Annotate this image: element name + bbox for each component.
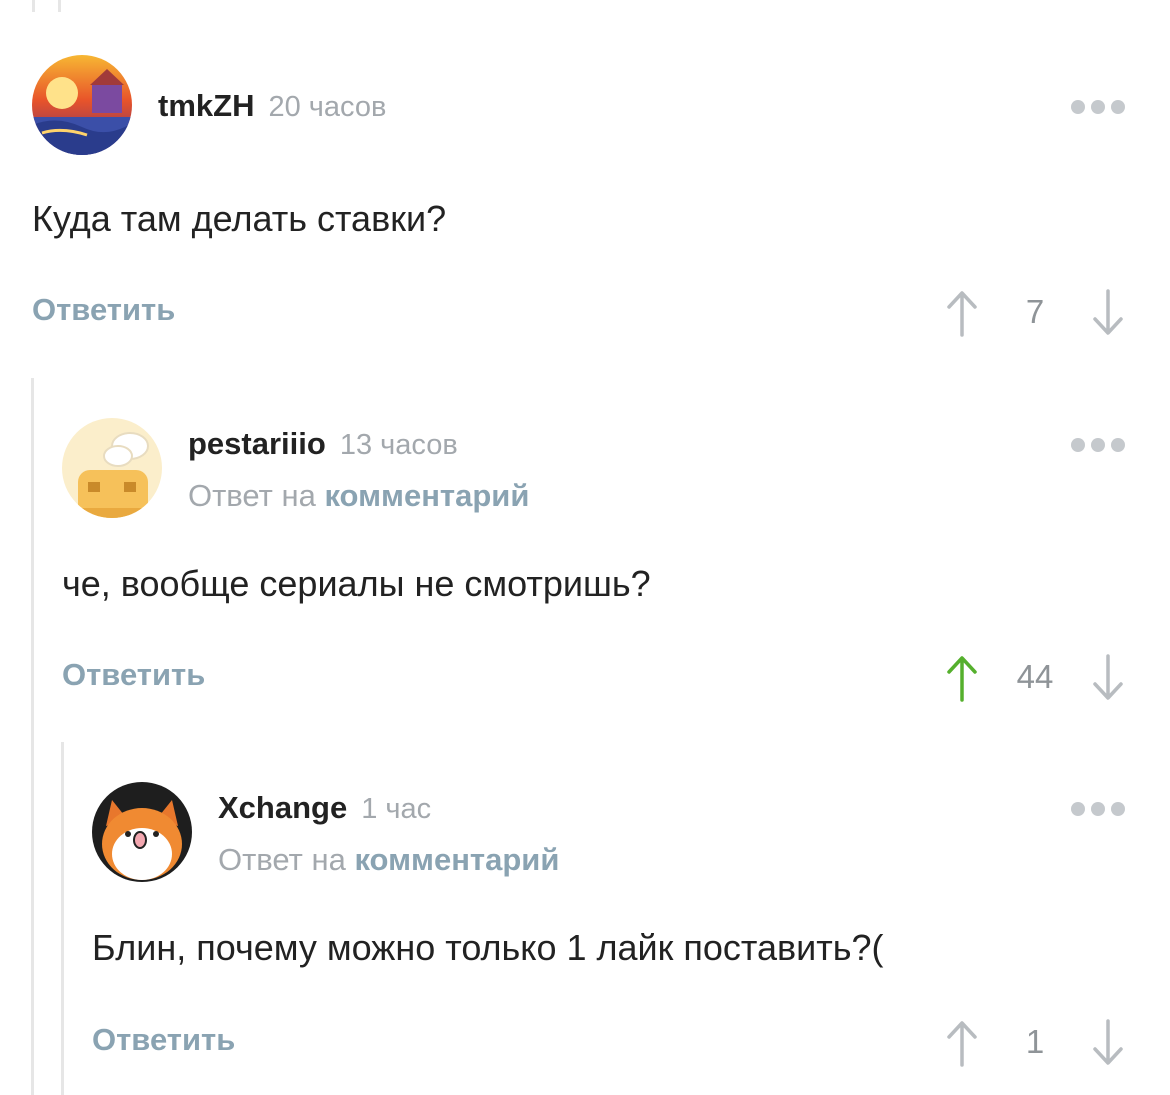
comment-text: че, вообще сериалы не смотришь? — [62, 563, 651, 604]
comment-text: Куда там делать ставки? — [32, 198, 447, 239]
comment-pestariiio: pestariiio 13 часов Ответ на комментарий … — [62, 418, 1125, 702]
arrow-down-icon[interactable] — [1091, 654, 1125, 702]
vote-widget: 1 — [945, 1017, 1125, 1067]
reply-to: Ответ на комментарий — [188, 478, 529, 514]
comment-header: pestariiio 13 часов Ответ на комментарий — [62, 418, 1125, 520]
reply-to: Ответ на комментарий — [218, 842, 559, 878]
comment-header: tmkZH 20 часов — [32, 55, 1125, 157]
comment-text: Блин, почему можно только 1 лайк постави… — [92, 927, 884, 968]
reply-to-prefix: Ответ на — [218, 842, 346, 877]
comment-time: 20 часов — [268, 91, 387, 123]
comment-actions: Ответить 44 — [62, 652, 1125, 702]
vote-score: 7 — [1025, 293, 1045, 330]
reply-to-link[interactable]: комментарий — [324, 478, 529, 513]
arrow-up-icon[interactable] — [945, 1019, 979, 1067]
comments-page: tmkZH 20 часов Куда там делать ставки? От… — [0, 0, 1170, 1095]
comment-time: 1 час — [361, 793, 432, 825]
avatar[interactable] — [62, 418, 162, 518]
more-dots-icon[interactable] — [1071, 802, 1125, 816]
username[interactable]: tmkZH 20 часов — [158, 88, 386, 124]
more-dots-icon[interactable] — [1071, 100, 1125, 114]
username[interactable]: Xchange 1 час — [218, 790, 431, 826]
arrow-down-icon[interactable] — [1091, 289, 1125, 337]
arrow-up-icon[interactable] — [945, 289, 979, 337]
thread-line-3[interactable] — [61, 742, 64, 1095]
thread-line-2[interactable] — [31, 378, 34, 1095]
thread-line-1 — [32, 0, 35, 12]
username-text[interactable]: Xchange — [218, 790, 347, 825]
thread-line-1b — [58, 0, 61, 12]
reply-to-prefix: Ответ на — [188, 478, 316, 513]
arrow-up-icon[interactable] — [945, 654, 979, 702]
comment-tmkzh: tmkZH 20 часов Куда там делать ставки? От… — [32, 55, 1125, 337]
comment-xchange: Xchange 1 час Ответ на комментарий Блин, … — [92, 782, 1125, 1067]
reply-button[interactable]: Ответить — [62, 657, 205, 693]
reply-button[interactable]: Ответить — [92, 1022, 235, 1058]
arrow-down-icon[interactable] — [1091, 1019, 1125, 1067]
comment-actions: Ответить 1 — [92, 1017, 1125, 1067]
comment-header: Xchange 1 час Ответ на комментарий — [92, 782, 1125, 884]
avatar[interactable] — [32, 55, 132, 155]
avatar[interactable] — [92, 782, 192, 882]
reply-to-link[interactable]: комментарий — [354, 842, 559, 877]
vote-widget: 44 — [945, 652, 1125, 702]
username-text[interactable]: tmkZH — [158, 88, 254, 123]
comment-time: 13 часов — [339, 429, 458, 461]
vote-score: 44 — [1016, 658, 1054, 695]
username[interactable]: pestariiio 13 часов — [188, 426, 458, 462]
username-text[interactable]: pestariiio — [188, 426, 326, 461]
reply-button[interactable]: Ответить — [32, 292, 175, 328]
vote-widget: 7 — [945, 287, 1125, 337]
more-dots-icon[interactable] — [1071, 438, 1125, 452]
comment-actions: Ответить 7 — [32, 287, 1125, 337]
vote-score: 1 — [1025, 1023, 1045, 1060]
